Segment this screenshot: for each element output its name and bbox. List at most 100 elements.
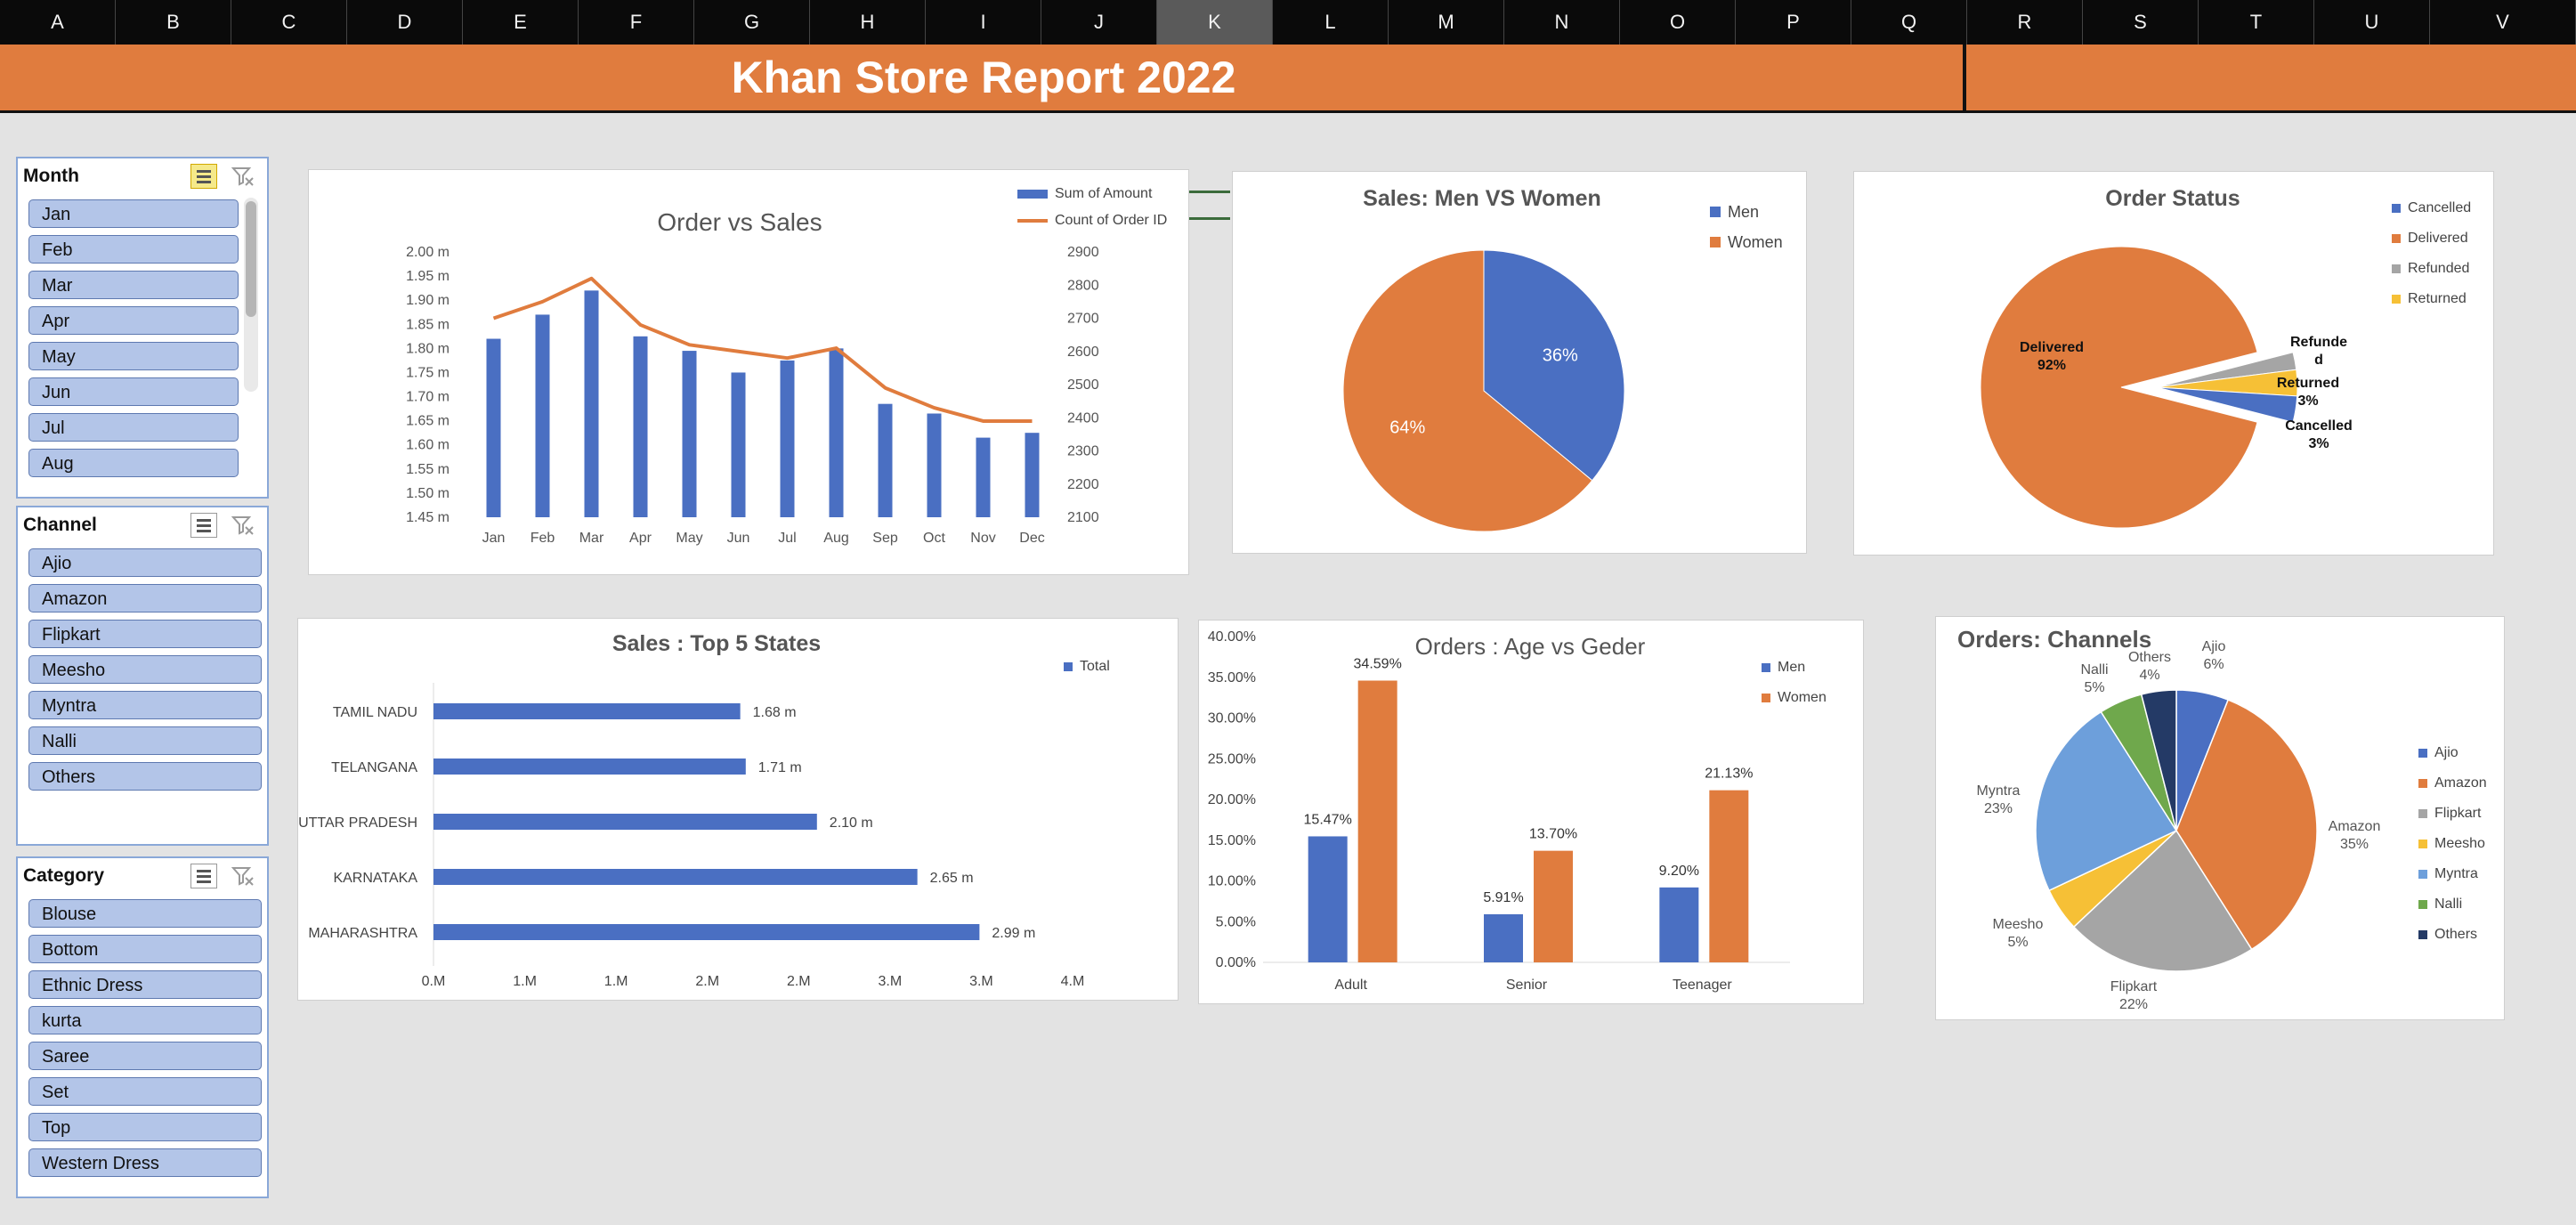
slicer-item-flipkart[interactable]: Flipkart [28,620,262,648]
x-tick-label: Aug [823,531,848,546]
top5-states-chart[interactable]: Sales : Top 5 States TAMIL NADU 1.68 m TELA… [297,618,1179,1001]
order-status-chart[interactable]: Order Status Delivered 92% Refunde d Returned… [1853,171,2494,556]
y-tick-label: 1.75 m [406,365,450,380]
legend-swatch [2418,779,2427,788]
chart-connector-line [1187,191,1230,193]
channels-chart[interactable]: Orders: Channels Ajio 6% Amazon 35% Flipkart 2… [1935,616,2505,1020]
slicer-item-kurta[interactable]: kurta [28,1006,262,1034]
slicer-item-amazon[interactable]: Amazon [28,584,262,612]
slicer-item-jul[interactable]: Jul [28,413,239,442]
y-tick-label: TELANGANA [331,760,417,775]
legend-label: Sum of Amount [1055,186,1153,201]
y-tick-label: 1.70 m [406,390,450,405]
chart-title: Order Status [2105,186,2240,211]
y2-tick-label: 2100 [1067,510,1099,525]
column-header-u[interactable]: U [2314,0,2430,45]
slicer-item-apr[interactable]: Apr [28,306,239,335]
men-vs-women-chart[interactable]: Sales: Men VS Women 36% 64% Men Women [1232,171,1807,554]
column-header-h[interactable]: H [810,0,926,45]
order-vs-sales-chart[interactable]: Order vs Sales 2.00 m 1.95 m 1.90 m 1.85 m 1.… [308,169,1189,575]
slicer-item-ethnic-dress[interactable]: Ethnic Dress [28,970,262,999]
column-header-f[interactable]: F [579,0,694,45]
slicer-item-meesho[interactable]: Meesho [28,655,262,684]
clear-filter-icon[interactable] [231,166,255,187]
bar-women [1534,850,1573,962]
y-tick-label: UTTAR PRADESH [298,815,417,831]
y-tick-label: 1.85 m [406,317,450,332]
month-slicer[interactable]: Month Jan Feb Mar Apr May Jun Jul Aug [16,157,269,499]
chart-title: Sales : Top 5 States [612,631,821,656]
column-header-p[interactable]: P [1736,0,1851,45]
data-label: Returned [2277,376,2339,391]
slicer-scrollbar[interactable] [244,198,258,392]
bar-total [433,869,918,885]
slicer-item-western-dress[interactable]: Western Dress [28,1148,262,1177]
scrollbar-thumb[interactable] [246,201,256,317]
legend-label: Flipkart [2434,806,2482,821]
column-header-k[interactable]: K [1157,0,1273,45]
y-tick-label: 5.00% [1216,914,1256,929]
data-label: 36% [1543,346,1578,366]
data-label: Ajio [2202,639,2226,654]
channel-slicer[interactable]: Channel Ajio Amazon Flipkart Meesho Myntra Na… [16,506,269,846]
column-header-l[interactable]: L [1273,0,1389,45]
bar-sum-of-amount [780,360,795,517]
category-slicer[interactable]: Category Blouse Bottom Ethnic Dress kurta Sa… [16,856,269,1198]
y-tick-label: 1.55 m [406,462,450,477]
x-tick-label: 1.M [513,974,537,989]
slicer-item-bottom[interactable]: Bottom [28,935,262,963]
legend-label: Meesho [2434,836,2485,851]
y-tick-label: 1.90 m [406,293,450,308]
column-header-s[interactable]: S [2083,0,2199,45]
column-header-e[interactable]: E [463,0,579,45]
bar-men [1659,887,1699,962]
column-header-i[interactable]: I [926,0,1041,45]
column-header-n[interactable]: N [1504,0,1620,45]
slicer-title: Month [23,166,79,186]
slicer-item-blouse[interactable]: Blouse [28,899,262,928]
bar-sum-of-amount [486,338,501,517]
slicer-item-feb[interactable]: Feb [28,235,239,264]
chart-connector-line [1187,217,1230,220]
slicer-item-others[interactable]: Others [28,762,262,791]
column-header-v[interactable]: V [2430,0,2576,45]
slicer-item-nalli[interactable]: Nalli [28,726,262,755]
slicer-item-may[interactable]: May [28,342,239,370]
legend-label: Men [1778,660,1806,675]
slicer-item-top[interactable]: Top [28,1113,262,1141]
slicer-item-ajio[interactable]: Ajio [28,548,262,577]
column-header-g[interactable]: G [694,0,810,45]
column-header-q[interactable]: Q [1851,0,1967,45]
slicer-item-set[interactable]: Set [28,1077,262,1106]
slicer-title: Channel [23,515,97,535]
clear-filter-icon[interactable] [231,515,255,536]
slicer-item-saree[interactable]: Saree [28,1042,262,1070]
bar-women [1709,790,1749,962]
column-header-j[interactable]: J [1041,0,1157,45]
column-header-c[interactable]: C [231,0,347,45]
data-label: d [2314,353,2323,368]
data-label: 15.47% [1304,812,1352,827]
slicer-item-jan[interactable]: Jan [28,199,239,228]
y-tick-label: TAMIL NADU [333,705,417,720]
slicer-item-myntra[interactable]: Myntra [28,691,262,719]
column-header-o[interactable]: O [1620,0,1736,45]
clear-filter-icon[interactable] [231,865,255,887]
data-label: 13.70% [1529,827,1577,842]
column-header-d[interactable]: D [347,0,463,45]
multi-select-icon[interactable] [190,513,217,538]
column-header-m[interactable]: M [1389,0,1504,45]
multi-select-icon[interactable] [190,864,217,888]
column-header-r[interactable]: R [1967,0,2083,45]
x-tick-label: 0.M [422,974,446,989]
slicer-item-aug[interactable]: Aug [28,449,239,477]
column-header-b[interactable]: B [116,0,231,45]
multi-select-icon[interactable] [190,164,217,189]
slicer-item-jun[interactable]: Jun [28,377,239,406]
age-vs-gender-chart[interactable]: Orders : Age vs Geder 40.00% 35.00% 30.00% 2… [1198,620,1864,1004]
x-tick-label: Nov [970,531,995,546]
slicer-item-mar[interactable]: Mar [28,271,239,299]
column-header-a[interactable]: A [0,0,116,45]
column-header-t[interactable]: T [2199,0,2314,45]
y-tick-label: 1.60 m [406,438,450,453]
